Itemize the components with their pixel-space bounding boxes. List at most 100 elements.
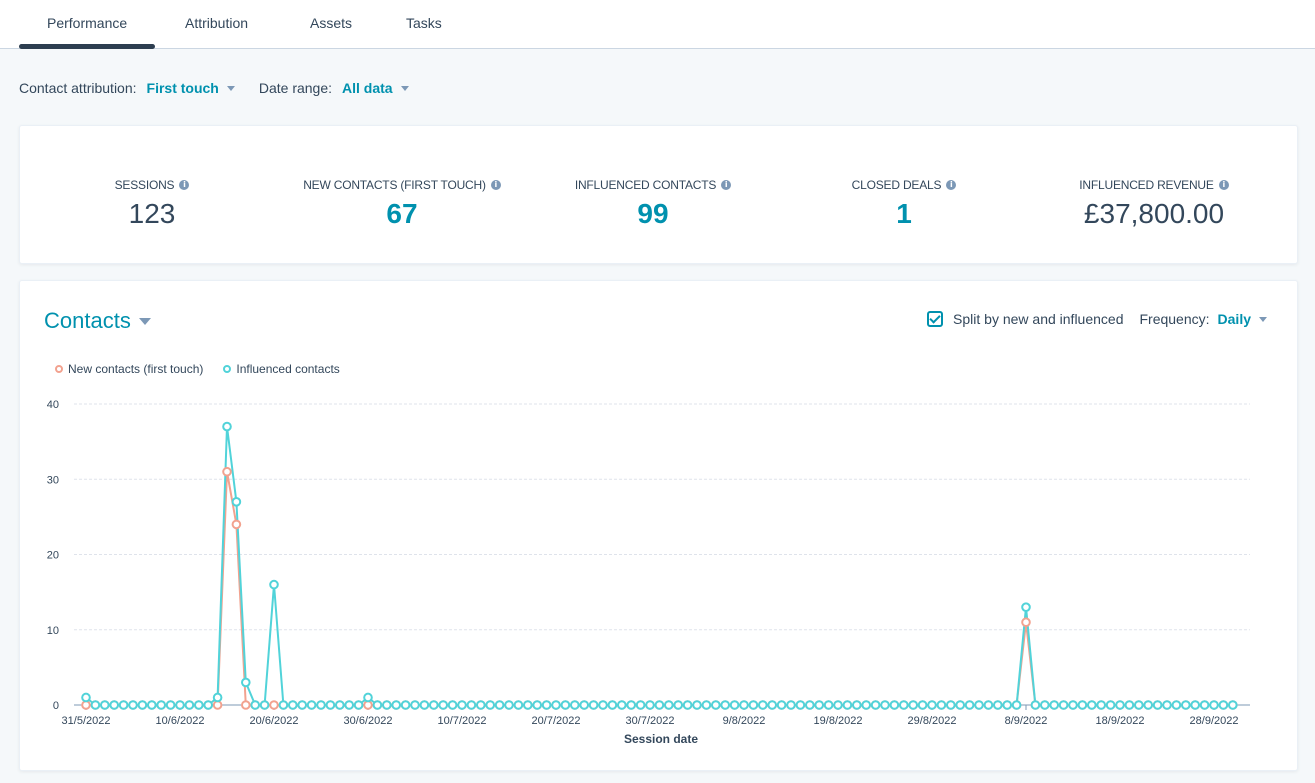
data-point-influenced-contacts — [1040, 700, 1050, 710]
data-point-influenced-contacts — [1030, 700, 1041, 710]
data-point-influenced-contacts — [419, 700, 430, 710]
x-tick-label: 10/6/2022 — [156, 715, 205, 727]
data-point-influenced-contacts — [147, 700, 157, 710]
data-point-influenced-contacts — [175, 700, 185, 710]
data-point-influenced-contacts — [1087, 700, 1097, 710]
data-point-influenced-contacts — [767, 700, 778, 710]
data-point-influenced-contacts — [100, 700, 110, 710]
data-point-new-contacts — [81, 700, 91, 710]
data-point-influenced-contacts — [861, 700, 872, 710]
data-point-influenced-contacts — [391, 700, 402, 710]
x-tick-label: 20/6/2022 — [250, 715, 299, 727]
data-point-influenced-contacts — [1068, 700, 1078, 710]
data-point-influenced-contacts — [109, 700, 119, 710]
data-point-influenced-contacts — [1077, 700, 1088, 710]
data-point-influenced-contacts — [870, 700, 881, 710]
data-point-influenced-contacts — [1209, 700, 1219, 710]
data-point-influenced-contacts — [805, 700, 815, 710]
data-point-influenced-contacts — [137, 700, 148, 710]
data-point-influenced-contacts — [466, 700, 477, 710]
data-point-influenced-contacts — [128, 700, 138, 710]
data-point-influenced-contacts — [842, 700, 853, 710]
contacts-line-chart: 0 10 20 30 40 31/5/2022 10/6/2022 20/6/2022 30/6… — [47, 399, 1250, 746]
data-point-influenced-contacts — [551, 700, 561, 710]
data-point-influenced-contacts — [410, 700, 420, 710]
data-point-influenced-contacts — [1181, 700, 1191, 710]
data-point-influenced-contacts — [927, 700, 937, 710]
data-point-influenced-contacts — [1162, 700, 1172, 710]
x-tick-label: 30/7/2022 — [626, 715, 675, 727]
data-point-influenced-contacts — [429, 700, 439, 710]
data-point-new-contacts — [269, 700, 279, 710]
series-line-new-contacts — [86, 470, 1233, 706]
data-point-influenced-contacts — [1143, 700, 1153, 710]
data-point-influenced-contacts — [964, 700, 975, 710]
data-point-new-contacts — [231, 519, 242, 530]
data-point-influenced-contacts — [729, 700, 740, 710]
data-point-influenced-contacts — [917, 700, 928, 710]
data-point-influenced-contacts — [692, 700, 702, 710]
data-point-influenced-contacts — [701, 700, 712, 710]
data-point-influenced-contacts — [353, 700, 364, 710]
data-point-influenced-contacts — [852, 700, 862, 710]
data-point-influenced-contacts — [532, 700, 543, 710]
data-point-new-contacts — [241, 700, 251, 710]
data-point-influenced-contacts — [344, 700, 355, 710]
data-point-influenced-contacts — [983, 700, 994, 710]
data-point-influenced-contacts — [118, 700, 129, 710]
x-tick-label: 18/9/2022 — [1096, 715, 1145, 727]
data-point-influenced-contacts — [748, 700, 759, 710]
data-point-influenced-contacts — [645, 700, 655, 710]
data-point-influenced-contacts — [278, 700, 289, 710]
x-tick-label: 28/9/2022 — [1190, 715, 1239, 727]
data-point-influenced-contacts — [814, 700, 825, 710]
x-axis-title: Session date — [624, 732, 698, 746]
data-point-influenced-contacts — [664, 700, 674, 710]
data-point-influenced-contacts — [306, 700, 317, 710]
data-point-influenced-contacts — [908, 700, 919, 710]
data-point-influenced-contacts — [588, 700, 599, 710]
data-point-influenced-contacts — [889, 700, 900, 710]
data-point-influenced-contacts — [635, 700, 646, 710]
data-point-influenced-contacts — [786, 700, 796, 710]
data-point-influenced-contacts — [946, 700, 956, 710]
y-tick-label: 20 — [47, 550, 59, 562]
data-point-influenced-contacts — [288, 700, 298, 710]
data-point-influenced-contacts — [335, 700, 345, 710]
x-tick-label: 29/8/2022 — [908, 715, 957, 727]
data-point-influenced-contacts — [795, 700, 806, 710]
data-point-influenced-contacts — [739, 700, 749, 710]
x-tick-label: 8/9/2022 — [1005, 715, 1048, 727]
data-point-influenced-contacts — [1115, 700, 1125, 710]
x-tick-label: 19/8/2022 — [814, 715, 863, 727]
data-point-influenced-contacts — [457, 700, 467, 710]
x-tick-label: 10/7/2022 — [438, 715, 487, 727]
data-point-influenced-contacts — [297, 700, 308, 710]
x-tick-label: 20/7/2022 — [532, 715, 581, 727]
data-point-influenced-contacts — [184, 700, 195, 710]
data-point-new-contacts — [1021, 617, 1031, 628]
data-point-influenced-contacts — [1228, 700, 1238, 710]
data-point-influenced-contacts — [974, 700, 984, 710]
data-point-influenced-contacts — [1124, 700, 1135, 710]
data-point-influenced-contacts — [222, 421, 232, 432]
data-point-influenced-contacts — [570, 700, 580, 710]
data-point-influenced-contacts — [316, 700, 326, 710]
data-point-influenced-contacts — [682, 700, 693, 710]
data-point-influenced-contacts — [758, 700, 768, 710]
data-point-influenced-contacts — [447, 700, 458, 710]
data-point-influenced-contacts — [711, 700, 721, 710]
data-point-influenced-contacts — [579, 700, 590, 710]
data-point-influenced-contacts — [955, 700, 966, 710]
data-point-influenced-contacts — [1011, 700, 1022, 710]
data-point-influenced-contacts — [259, 700, 270, 710]
data-point-influenced-contacts — [899, 700, 909, 710]
data-point-influenced-contacts — [1152, 700, 1163, 710]
data-point-influenced-contacts — [617, 700, 627, 710]
data-point-influenced-contacts — [90, 700, 101, 710]
data-point-influenced-contacts — [1002, 700, 1013, 710]
data-point-influenced-contacts — [1199, 700, 1210, 710]
data-point-influenced-contacts — [165, 700, 176, 710]
data-point-influenced-contacts — [1218, 700, 1229, 710]
data-point-influenced-contacts — [1058, 700, 1069, 710]
